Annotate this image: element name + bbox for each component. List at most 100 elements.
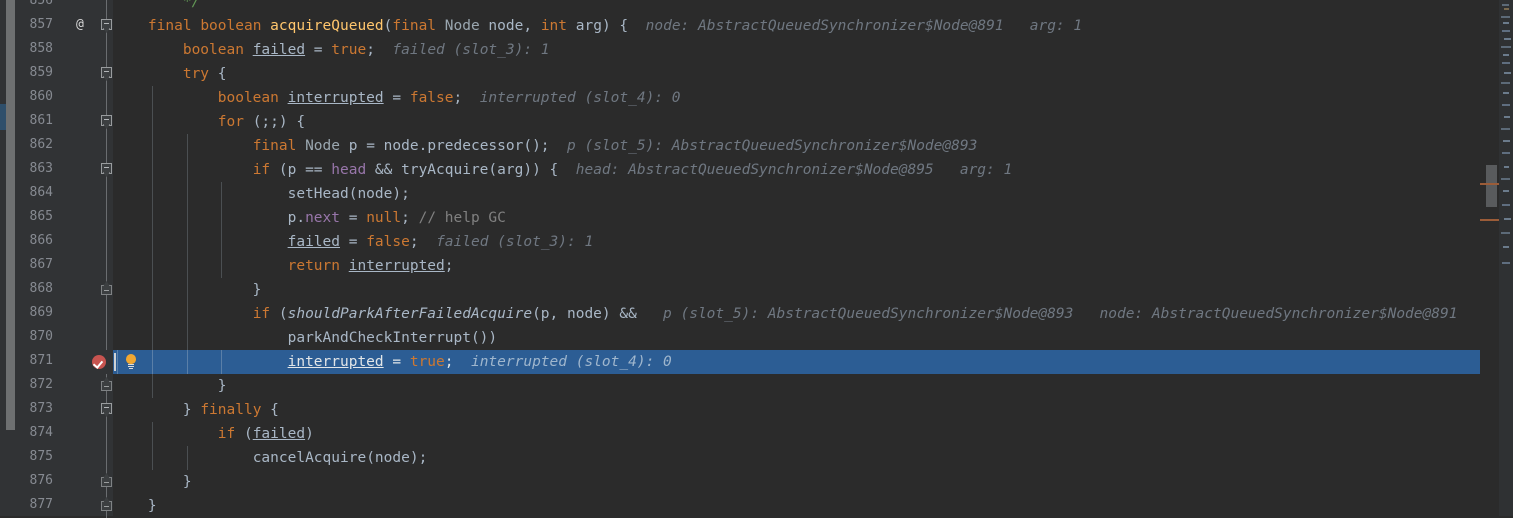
left-scrollbar-thumb[interactable] — [6, 0, 15, 430]
code-token: boolean — [182, 42, 244, 58]
line-number: 867 — [29, 257, 53, 272]
code-line[interactable]: cancelAcquire(node); — [113, 446, 1493, 470]
fold-collapse-icon[interactable] — [101, 163, 112, 174]
code-token: finally — [200, 402, 262, 418]
breakpoint-icon[interactable] — [92, 355, 106, 369]
right-scrollbar-thumb[interactable] — [1486, 165, 1497, 207]
code-line[interactable]: return interrupted; — [113, 254, 1493, 278]
line-number: 858 — [29, 41, 53, 56]
code-line[interactable]: */ — [113, 0, 1493, 14]
code-text: failed = false; failed (slot_3): 1 — [113, 230, 594, 254]
code-line[interactable]: } — [113, 278, 1493, 302]
minimap-mark — [1504, 218, 1511, 220]
minimap-mark — [1503, 246, 1509, 248]
code-line[interactable]: if (p == head && tryAcquire(arg)) { head… — [113, 158, 1493, 182]
editor-gutter[interactable]: 856 857 @ 858 859 860 861 862 863 864 865 866 867 868… — [18, 0, 113, 518]
code-line[interactable]: parkAndCheckInterrupt()) — [113, 326, 1493, 350]
code-line[interactable]: try { — [113, 62, 1493, 86]
code-minimap[interactable] — [1499, 0, 1513, 516]
code-token: ) — [305, 426, 314, 442]
gutter-row[interactable]: 867 — [18, 254, 113, 278]
code-line[interactable]: for (;;) { — [113, 110, 1493, 134]
minimap-mark — [1503, 140, 1510, 142]
minimap-mark — [1504, 116, 1510, 118]
fold-region-end-icon[interactable] — [101, 285, 112, 295]
code-token: interrupted — [287, 90, 384, 106]
fold-connector-line — [106, 302, 107, 326]
inline-debugger-hint: failed (slot_3): 1 — [392, 42, 550, 58]
gutter-row[interactable]: 874 — [18, 422, 113, 446]
fold-collapse-icon[interactable] — [101, 67, 112, 78]
code-token: if — [252, 306, 271, 322]
gutter-row[interactable]: 877 — [18, 494, 113, 518]
gutter-row[interactable]: 866 — [18, 230, 113, 254]
gutter-row[interactable]: 861 — [18, 110, 113, 134]
code-line[interactable]: p.next = null; // help GC — [113, 206, 1493, 230]
code-line-selected[interactable]: interrupted = true; interrupted (slot_4)… — [113, 350, 1493, 374]
code-token: return — [287, 258, 340, 274]
gutter-row[interactable]: 862 — [18, 134, 113, 158]
gutter-row[interactable]: 869 — [18, 302, 113, 326]
code-line[interactable]: failed = false; failed (slot_3): 1 — [113, 230, 1493, 254]
inline-debugger-hint: failed (slot_3): 1 — [436, 234, 594, 250]
gutter-row[interactable]: 863 — [18, 158, 113, 182]
code-line[interactable]: setHead(node); — [113, 182, 1493, 206]
right-scrollbar[interactable] — [1480, 0, 1499, 516]
fold-region-end-icon[interactable] — [101, 477, 112, 487]
fold-collapse-icon[interactable] — [101, 19, 112, 30]
code-line[interactable]: if (shouldParkAfterFailedAcquire(p, node… — [113, 302, 1493, 326]
gutter-row[interactable]: 876 — [18, 470, 113, 494]
minimap-mark — [1502, 4, 1509, 6]
code-token: true — [331, 42, 367, 58]
fold-connector-line — [106, 254, 107, 278]
code-text: } finally { — [113, 398, 279, 422]
code-line[interactable]: if (failed) — [113, 422, 1493, 446]
code-token: int — [540, 18, 568, 34]
gutter-row[interactable]: 860 — [18, 86, 113, 110]
code-line[interactable]: } — [113, 374, 1493, 398]
fold-region-end-icon[interactable] — [101, 501, 112, 511]
fold-collapse-icon[interactable] — [101, 115, 112, 126]
gutter-row[interactable]: 868 — [18, 278, 113, 302]
fold-connector-line — [106, 86, 107, 110]
code-token: ) { — [601, 18, 629, 34]
annotation-marker-icon[interactable]: @ — [76, 17, 84, 32]
code-line[interactable]: } — [113, 470, 1493, 494]
code-line[interactable]: } — [113, 494, 1493, 516]
inline-debugger-hint: interrupted (slot_4): 0 — [479, 90, 681, 106]
gutter-row[interactable]: 875 — [18, 446, 113, 470]
gutter-row[interactable]: 873 — [18, 398, 113, 422]
code-content-area[interactable]: */ final boolean acquireQueued(final Nod… — [113, 0, 1493, 516]
hint-spacer — [419, 234, 436, 250]
gutter-row[interactable]: 859 — [18, 62, 113, 86]
gutter-row[interactable]: 865 — [18, 206, 113, 230]
code-line[interactable]: boolean failed = true; failed (slot_3): … — [113, 38, 1493, 62]
inline-debugger-hint: p (slot_5): AbstractQueuedSynchronizer$N… — [663, 306, 1458, 322]
line-number: 862 — [29, 137, 53, 152]
minimap-mark — [1502, 204, 1510, 206]
gutter-row[interactable]: 857 @ — [18, 14, 113, 38]
left-scrollbar[interactable] — [0, 0, 18, 516]
gutter-row[interactable]: 872 — [18, 374, 113, 398]
code-line[interactable]: final boolean acquireQueued(final Node n… — [113, 14, 1493, 38]
fold-collapse-icon[interactable] — [101, 403, 112, 414]
line-number: 872 — [29, 377, 53, 392]
code-token: final — [252, 138, 297, 154]
code-text: } — [113, 470, 192, 494]
gutter-row[interactable]: 856 — [18, 0, 113, 14]
gutter-row[interactable]: 864 — [18, 182, 113, 206]
line-number: 856 — [29, 0, 53, 8]
code-line[interactable]: boolean interrupted = false; interrupted… — [113, 86, 1493, 110]
code-line[interactable]: } finally { — [113, 398, 1493, 422]
fold-region-end-icon[interactable] — [101, 381, 112, 391]
code-text: try { — [113, 62, 227, 86]
code-line[interactable]: final Node p = node.predecessor(); p (sl… — [113, 134, 1493, 158]
gutter-row[interactable]: 870 — [18, 326, 113, 350]
gutter-row[interactable]: 871 — [18, 350, 113, 374]
gutter-row[interactable]: 858 — [18, 38, 113, 62]
